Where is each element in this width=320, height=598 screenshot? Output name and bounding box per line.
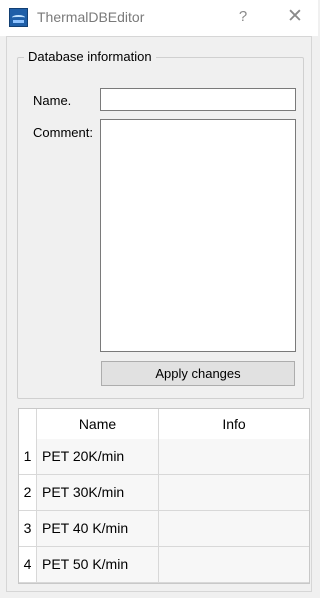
cell-info[interactable] xyxy=(159,439,309,474)
column-header-info[interactable]: Info xyxy=(159,409,309,439)
table-corner[interactable] xyxy=(19,409,37,439)
row-index[interactable]: 2 xyxy=(19,475,37,510)
name-label: Name. xyxy=(33,93,72,108)
cell-name[interactable]: PET 30K/min xyxy=(37,475,159,510)
experiments-table[interactable]: Name Info 1 PET 20K/min 2 PET 30K/min 3 … xyxy=(18,408,310,584)
app-icon xyxy=(9,8,28,27)
table-row[interactable]: 2 PET 30K/min xyxy=(19,475,309,511)
row-index[interactable]: 1 xyxy=(19,439,37,474)
table-row[interactable]: 1 PET 20K/min xyxy=(19,439,309,475)
database-info-group-title: Database information xyxy=(24,49,156,64)
row-index[interactable]: 4 xyxy=(19,547,37,582)
column-header-name[interactable]: Name xyxy=(37,409,159,439)
title-bar[interactable]: ThermalDBEditor ? ✕ xyxy=(0,0,318,36)
window-title: ThermalDBEditor xyxy=(37,9,145,25)
comment-label: Comment: xyxy=(33,125,93,140)
cell-name[interactable]: PET 40 K/min xyxy=(37,511,159,546)
cell-info[interactable] xyxy=(159,547,309,582)
name-input[interactable] xyxy=(100,88,296,111)
table-header: Name Info xyxy=(19,409,309,440)
table-row[interactable]: 3 PET 40 K/min xyxy=(19,511,309,547)
cell-name[interactable]: PET 20K/min xyxy=(37,439,159,474)
comment-input[interactable] xyxy=(100,119,296,352)
apply-changes-button[interactable]: Apply changes xyxy=(101,361,295,386)
cell-info[interactable] xyxy=(159,511,309,546)
close-button[interactable]: ✕ xyxy=(283,3,307,31)
row-index[interactable]: 3 xyxy=(19,511,37,546)
cell-name[interactable]: PET 50 K/min xyxy=(37,547,159,582)
table-row[interactable]: 4 PET 50 K/min xyxy=(19,547,309,583)
help-button[interactable]: ? xyxy=(232,3,254,31)
cell-info[interactable] xyxy=(159,475,309,510)
